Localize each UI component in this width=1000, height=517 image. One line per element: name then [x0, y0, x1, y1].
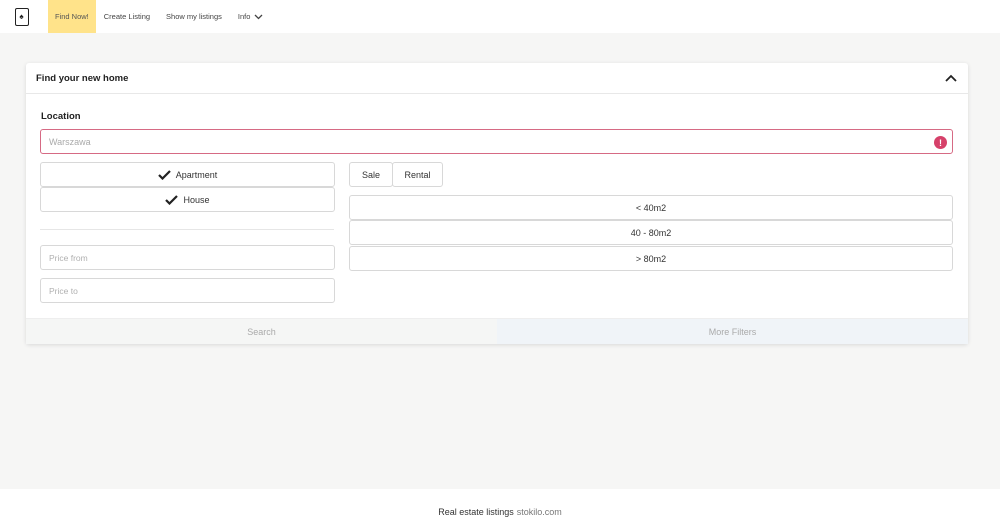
footer-link[interactable]: stokilo.com: [517, 507, 562, 517]
search-card: Find your new home Location ! Apartment …: [26, 63, 968, 344]
nav-info-dropdown[interactable]: Info: [230, 0, 272, 33]
spade-logo-icon: ♠: [14, 7, 29, 26]
footer-text: Real estate listings: [438, 507, 514, 517]
chevron-down-icon: [254, 14, 263, 19]
house-label: House: [183, 194, 210, 205]
price-from-input[interactable]: [49, 252, 309, 263]
nav-show-my-listings[interactable]: Show my listings: [158, 0, 230, 33]
size-under-40-button[interactable]: < 40m2: [349, 195, 953, 220]
error-icon: !: [934, 136, 947, 149]
chevron-up-icon[interactable]: [944, 71, 958, 85]
more-filters-button[interactable]: More Filters: [497, 319, 968, 344]
page-footer: Real estate listings stokilo.com: [0, 489, 1000, 517]
price-to-input[interactable]: [49, 285, 309, 296]
card-footer: Search More Filters: [26, 318, 968, 344]
location-label: Location: [41, 111, 81, 122]
size-40-80-button[interactable]: 40 - 80m2: [349, 220, 953, 245]
checkmark-icon: [157, 169, 171, 180]
card-title: Find your new home: [36, 72, 129, 84]
apartment-toggle-button[interactable]: Apartment: [40, 162, 335, 187]
nav-find-now[interactable]: Find Now!: [48, 0, 96, 33]
divider: [40, 229, 334, 230]
nav-create-listing[interactable]: Create Listing: [96, 0, 158, 33]
price-to-field: [40, 278, 335, 303]
logo[interactable]: ♠: [0, 0, 40, 33]
location-field: !: [40, 129, 953, 154]
top-navbar: ♠ Find Now! Create Listing Show my listi…: [0, 0, 1000, 33]
size-over-80-button[interactable]: > 80m2: [349, 246, 953, 271]
checkmark-icon: [165, 194, 179, 205]
sale-button[interactable]: Sale: [349, 162, 393, 187]
price-from-field: [40, 245, 335, 270]
nav-info-label: Info: [237, 12, 251, 21]
card-header: Find your new home: [26, 63, 968, 94]
house-toggle-button[interactable]: House: [40, 187, 335, 212]
search-button[interactable]: Search: [26, 319, 497, 344]
rental-button[interactable]: Rental: [392, 162, 443, 187]
apartment-label: Apartment: [175, 169, 218, 180]
location-input[interactable]: [49, 136, 929, 147]
